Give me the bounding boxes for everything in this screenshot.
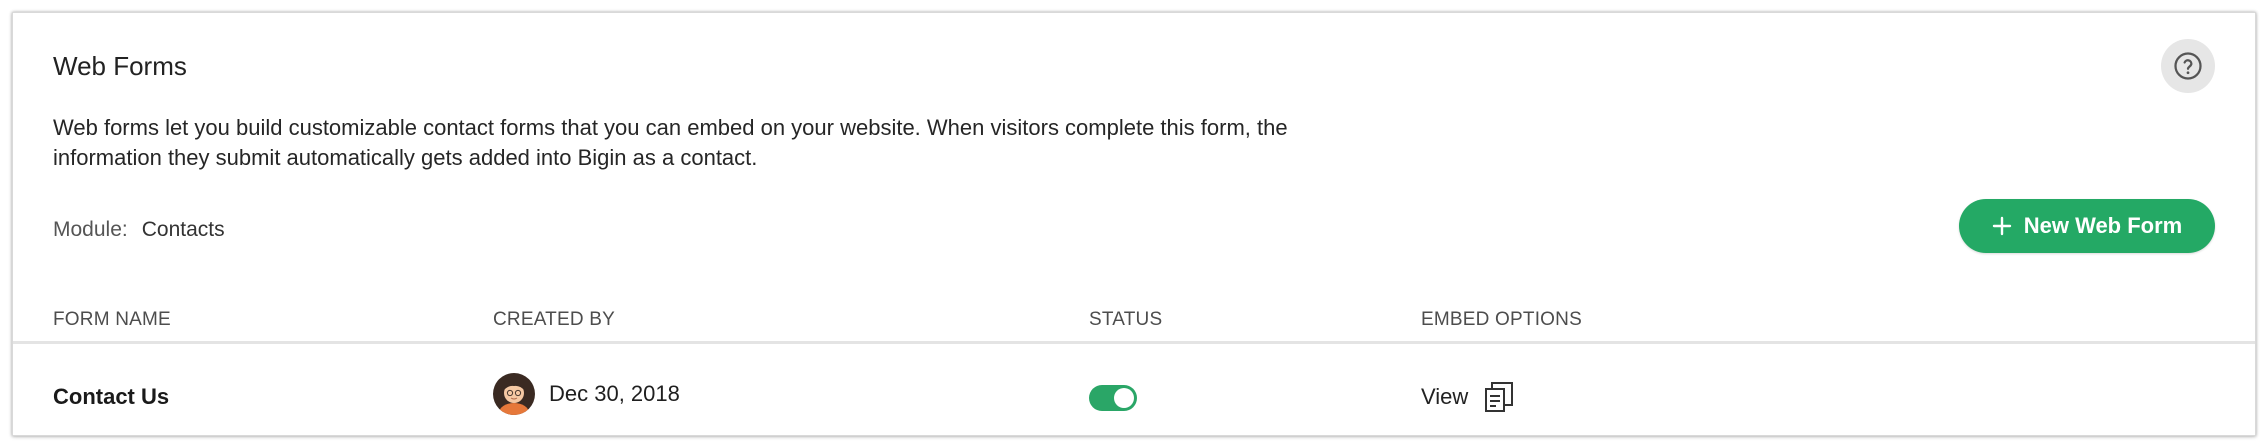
column-header-form-name: FORM NAME [53, 309, 171, 330]
web-forms-card: Web Forms Web forms let you build custom… [12, 12, 2256, 436]
column-header-created-by: CREATED BY [493, 309, 616, 330]
embed-options-cell: View [1421, 381, 1514, 413]
user-avatar [493, 373, 535, 415]
column-header-embed-options: EMBED OPTIONS [1421, 309, 1582, 330]
embed-view-link[interactable]: View [1421, 384, 1468, 410]
module-label: Module: [53, 218, 128, 241]
new-web-form-button[interactable]: New Web Form [1959, 199, 2215, 253]
table-header: FORM NAME CREATED BY STATUS EMBED OPTION… [13, 299, 2255, 344]
help-circle-icon [2174, 52, 2202, 80]
copy-icon[interactable] [1484, 381, 1514, 413]
table-row: Contact Us Dec 30, 2018 View [13, 347, 2255, 435]
module-value: Contacts [141, 218, 225, 241]
column-header-status: STATUS [1089, 309, 1163, 330]
new-web-form-label: New Web Form [2023, 213, 2183, 238]
status-toggle[interactable] [1089, 385, 1137, 411]
created-date: Dec 30, 2018 [549, 381, 680, 406]
description-line-1: Web forms let you build customizable con… [53, 115, 1288, 140]
plus-icon [1992, 216, 2011, 236]
help-button[interactable] [2161, 39, 2215, 93]
created-by-cell: Dec 30, 2018 [493, 373, 680, 415]
status-toggle-knob [1114, 388, 1134, 408]
page-title: Web Forms [53, 51, 187, 81]
page-description: Web forms let you build customizable con… [53, 113, 1393, 173]
description-line-2: information they submit automatically ge… [53, 145, 758, 170]
module-info: Module: Contacts [53, 218, 225, 242]
form-name-link[interactable]: Contact Us [53, 384, 169, 410]
